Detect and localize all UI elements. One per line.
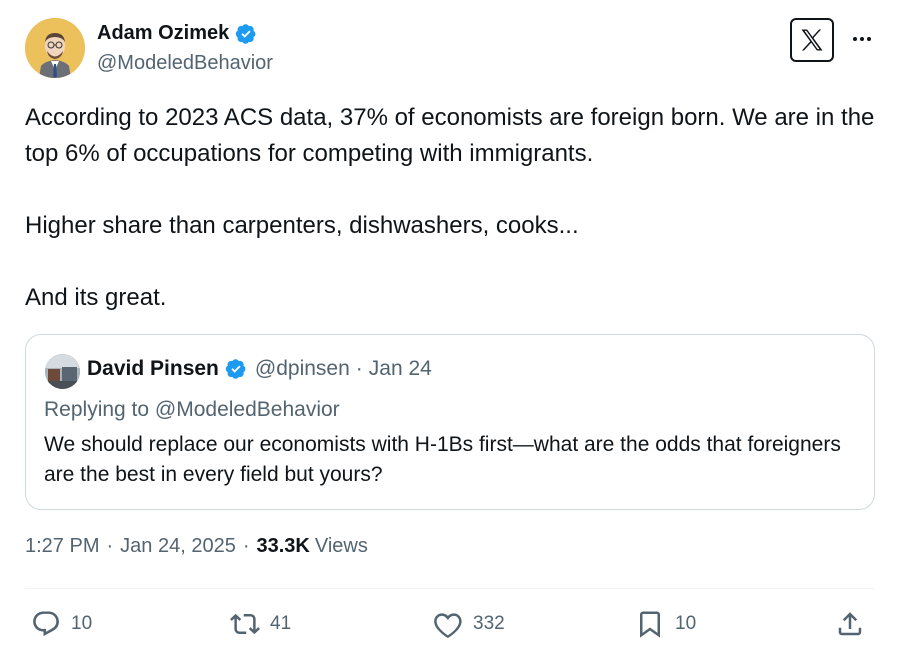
verified-badge-icon (225, 359, 246, 379)
quoted-author-avatar[interactable] (45, 354, 80, 389)
share-icon (838, 612, 862, 636)
quoted-tweet-card[interactable]: David Pinsen @dpinsen · Jan 24 Replying … (25, 334, 875, 510)
tweet-date[interactable]: Jan 24, 2025 (120, 535, 236, 558)
verified-badge-icon[interactable] (235, 23, 257, 45)
x-logo-icon[interactable] (790, 18, 834, 62)
share-button[interactable] (835, 606, 865, 642)
tweet-time[interactable]: 1:27 PM (25, 535, 99, 558)
reply-icon (33, 611, 59, 637)
repost-button[interactable]: 41 (230, 606, 291, 642)
quoted-text: We should replace our economists with H-… (44, 433, 841, 486)
heart-icon (434, 613, 462, 638)
divider (25, 588, 875, 589)
bookmark-count: 10 (675, 613, 697, 634)
tweet-paragraph: Higher share than carpenters, dishwasher… (25, 212, 579, 239)
like-count: 332 (473, 613, 505, 634)
separator-dot: · (106, 535, 114, 557)
quoted-header: David Pinsen @dpinsen · Jan 24 (87, 357, 432, 381)
action-bar: 10 41 332 10 (25, 606, 875, 642)
replying-to: Replying to @ModeledBehavior (44, 398, 340, 421)
tweet-header: Adam Ozimek @ModeledBehavior (25, 18, 875, 80)
tweet-text: According to 2023 ACS data, 37% of econo… (25, 100, 875, 316)
quoted-date[interactable]: Jan 24 (369, 357, 432, 381)
author-name[interactable]: Adam Ozimek (97, 22, 229, 45)
views-label: Views (314, 535, 368, 557)
quoted-author-name[interactable]: David Pinsen (87, 357, 219, 381)
author-name-row: Adam Ozimek (97, 22, 257, 45)
reply-count: 10 (71, 613, 93, 634)
quoted-author-handle[interactable]: @dpinsen (255, 357, 350, 381)
views-count[interactable]: 33.3K (256, 535, 309, 558)
reply-button[interactable]: 10 (31, 606, 92, 642)
repost-count: 41 (270, 613, 292, 634)
tweet-meta: 1:27 PM · Jan 24, 2025 · 33.3K Views (25, 535, 368, 558)
bookmark-button[interactable]: 10 (635, 606, 696, 642)
bookmark-icon (640, 611, 660, 638)
author-avatar[interactable] (25, 18, 85, 78)
separator-dot: · (242, 535, 250, 557)
tweet-paragraph: And its great. (25, 284, 167, 311)
more-horizontal-icon[interactable] (849, 26, 875, 52)
separator-dot: · (355, 357, 363, 380)
author-handle[interactable]: @ModeledBehavior (97, 52, 273, 75)
repost-icon (230, 613, 260, 635)
tweet-paragraph: According to 2023 ACS data, 37% of econo… (25, 104, 875, 167)
like-button[interactable]: 332 (433, 606, 505, 642)
